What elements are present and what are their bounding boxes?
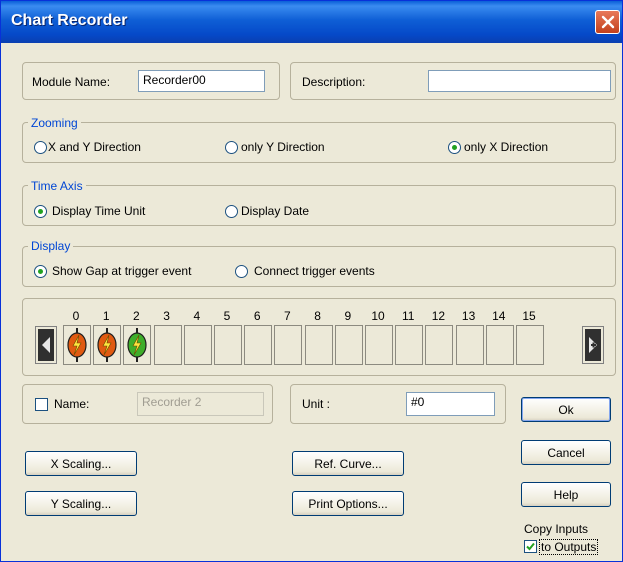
channel-slot[interactable] — [63, 325, 91, 365]
dialog-body: Module Name: Recorder00 Description: Zoo… — [1, 43, 622, 561]
channel-number: 15 — [522, 309, 536, 323]
channel-slot[interactable] — [214, 325, 242, 365]
zoom-x-radio[interactable] — [448, 141, 461, 154]
channel-number: 3 — [163, 309, 170, 323]
module-name-input[interactable]: Recorder00 — [138, 70, 265, 92]
channel-slot[interactable] — [455, 325, 484, 365]
unit-box: Unit : #0 — [290, 384, 506, 424]
name-checkbox-label[interactable]: Name: — [54, 397, 89, 411]
window-title: Chart Recorder — [11, 12, 128, 29]
channel-slot[interactable] — [274, 325, 303, 365]
channel-number: 8 — [314, 309, 321, 323]
copy-inputs-checkbox-label[interactable]: to Outputs — [539, 539, 599, 555]
channel-number: 5 — [223, 309, 231, 323]
channel-slot[interactable] — [425, 325, 454, 365]
time-unit-radio[interactable] — [34, 205, 47, 218]
channel-signal-icon — [67, 328, 87, 362]
channel-number: 11 — [401, 309, 415, 323]
zoom-y-radio[interactable] — [225, 141, 238, 154]
y-scaling-button[interactable]: Y Scaling... — [25, 491, 137, 516]
channel-number: 14 — [492, 309, 506, 323]
zooming-group-title: Zooming — [28, 116, 81, 130]
cancel-button[interactable]: Cancel — [521, 440, 611, 465]
print-options-button[interactable]: Print Options... — [292, 491, 404, 516]
ref-curve-button[interactable]: Ref. Curve... — [292, 451, 404, 476]
name-box: Name: Recorder 2 — [22, 384, 273, 424]
channel-number: 1 — [102, 309, 110, 323]
channel-slot[interactable] — [516, 325, 544, 365]
channel-slot[interactable] — [365, 325, 393, 365]
channel-number: 9 — [344, 309, 352, 323]
channel-signal-icon — [127, 328, 147, 362]
description-input[interactable] — [428, 70, 611, 92]
chart-recorder-dialog: Chart Recorder Module Name: Recorder00 D… — [0, 0, 623, 562]
channel-slot[interactable] — [93, 325, 122, 365]
channel-number: 2 — [133, 309, 140, 323]
channel-number: 13 — [461, 309, 476, 323]
x-scaling-button[interactable]: X Scaling... — [25, 451, 137, 476]
ok-button[interactable]: Ok — [521, 397, 611, 422]
scroll-right-button[interactable] — [582, 326, 604, 364]
arrow-right-icon — [585, 329, 601, 361]
time-unit-label[interactable]: Display Time Unit — [52, 204, 145, 218]
channel-slot[interactable] — [395, 325, 424, 365]
display-date-radio[interactable] — [225, 205, 238, 218]
channel-number: 0 — [72, 309, 80, 323]
channel-slot[interactable] — [153, 325, 182, 365]
channel-slot[interactable] — [123, 325, 152, 365]
display-date-label[interactable]: Display Date — [241, 204, 309, 218]
channel-slot[interactable] — [485, 325, 514, 365]
scroll-left-button[interactable] — [35, 326, 57, 364]
channel-slot[interactable] — [334, 325, 363, 365]
help-button[interactable]: Help — [521, 482, 611, 507]
time-axis-group-title: Time Axis — [28, 179, 86, 193]
module-name-label: Module Name: — [32, 75, 111, 89]
connect-events-radio[interactable] — [235, 265, 248, 278]
copy-inputs-checkbox[interactable] — [524, 540, 537, 553]
channel-number: 12 — [431, 309, 446, 323]
display-group-title: Display — [28, 239, 74, 253]
title-bar[interactable]: Chart Recorder — [1, 1, 622, 43]
description-box: Description: — [290, 62, 616, 100]
channel-signal-icon — [97, 328, 117, 362]
checkmark-icon — [526, 542, 535, 551]
connect-events-label[interactable]: Connect trigger events — [254, 264, 375, 278]
channel-number: 4 — [193, 309, 201, 323]
show-gap-radio[interactable] — [34, 265, 47, 278]
description-label: Description: — [302, 75, 366, 89]
unit-label: Unit : — [302, 397, 331, 411]
channel-slot[interactable] — [244, 325, 273, 365]
zoom-xy-radio[interactable] — [34, 141, 47, 154]
name-input[interactable]: Recorder 2 — [137, 392, 264, 416]
name-checkbox[interactable] — [35, 398, 48, 411]
zoom-x-label[interactable]: only X Direction — [464, 140, 548, 154]
channels-box: 0 1 2 3 4 5 6 7 8 9 10 11 12 13 14 15 — [22, 298, 616, 376]
close-button[interactable] — [595, 10, 620, 34]
channel-number: 7 — [284, 309, 291, 323]
zoom-y-label[interactable]: only Y Direction — [241, 140, 325, 154]
copy-inputs-label: Copy Inputs — [524, 522, 589, 536]
channel-slot[interactable] — [304, 325, 333, 365]
channel-number: 10 — [371, 309, 385, 323]
module-name-box: Module Name: Recorder00 — [22, 62, 280, 100]
zoom-xy-label[interactable]: X and Y Direction — [48, 140, 141, 154]
arrow-left-icon — [38, 329, 54, 361]
show-gap-label[interactable]: Show Gap at trigger event — [52, 264, 191, 278]
channel-number: 6 — [253, 309, 261, 323]
unit-input[interactable]: #0 — [406, 392, 495, 416]
channel-slot[interactable] — [183, 325, 212, 365]
close-icon — [601, 15, 615, 29]
